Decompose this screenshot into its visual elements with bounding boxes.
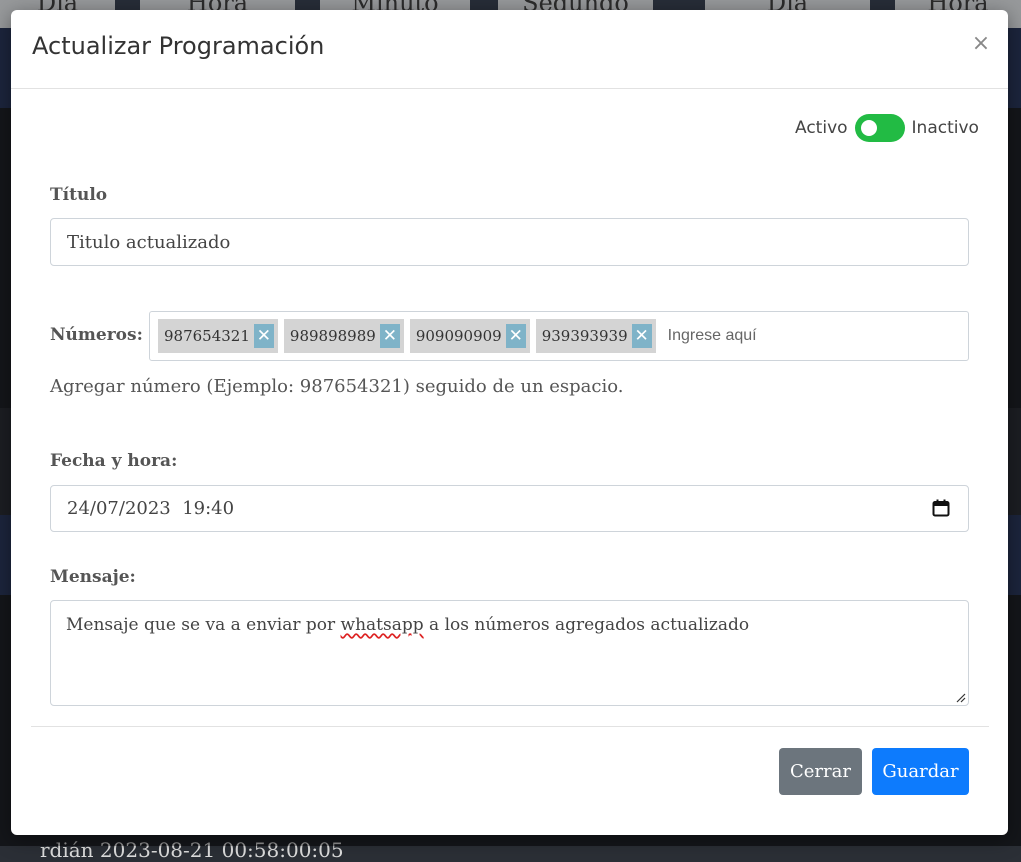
- datetime-label: Fecha y hora:: [50, 451, 178, 471]
- message-label: Mensaje:: [50, 567, 136, 587]
- datetime-input[interactable]: 24/07/2023 19:40: [50, 485, 969, 532]
- remove-tag-icon[interactable]: ✕: [379, 324, 400, 348]
- inactive-label: Inactivo: [911, 118, 979, 138]
- close-icon[interactable]: ×: [969, 32, 993, 56]
- remove-tag-icon[interactable]: ✕: [253, 324, 274, 348]
- number-tag-text: 909090909: [415, 327, 502, 345]
- save-button[interactable]: Guardar: [872, 748, 969, 795]
- toggle-knob: [860, 120, 877, 136]
- update-schedule-modal: Actualizar Programación × Activo Inactiv…: [11, 10, 1008, 835]
- active-label: Activo: [795, 118, 848, 138]
- number-tag: 987654321 ✕: [158, 319, 278, 353]
- remove-tag-icon[interactable]: ✕: [631, 324, 652, 348]
- number-tag-text: 987654321: [164, 327, 250, 345]
- number-tag: 939393939 ✕: [535, 319, 656, 353]
- title-input[interactable]: Titulo actualizado: [50, 218, 969, 266]
- message-text: Mensaje que se va a enviar por whatsapp …: [66, 615, 749, 635]
- number-tag: 909090909 ✕: [409, 319, 530, 353]
- calendar-icon[interactable]: [932, 499, 950, 517]
- remove-tag-icon[interactable]: ✕: [505, 324, 526, 348]
- number-tag: 989898989 ✕: [283, 319, 404, 353]
- numbers-hint: Agregar número (Ejemplo: 987654321) segu…: [50, 376, 624, 397]
- numbers-tag-input[interactable]: 987654321 ✕ 989898989 ✕ 909090909 ✕ 9393…: [149, 311, 969, 361]
- modal-title: Actualizar Programación: [32, 32, 325, 60]
- status-toggle[interactable]: [854, 114, 905, 142]
- title-label: Título: [50, 185, 108, 205]
- modal-header: Actualizar Programación ×: [11, 10, 1008, 89]
- footer-divider: [31, 726, 989, 727]
- number-tag-text: 939393939: [541, 327, 628, 345]
- number-input-placeholder[interactable]: Ingrese aquí: [668, 327, 757, 345]
- datetime-value: 24/07/2023 19:40: [67, 498, 235, 519]
- message-text-part: a los números agregados actualizado: [423, 615, 750, 635]
- message-text-part: Mensaje que se va a enviar por: [66, 615, 341, 635]
- misspelled-word: whatsapp: [340, 615, 424, 635]
- close-button[interactable]: Cerrar: [779, 748, 862, 795]
- numbers-label: Números:: [50, 325, 143, 345]
- message-textarea[interactable]: Mensaje que se va a enviar por whatsapp …: [50, 600, 969, 706]
- resize-grip-icon[interactable]: [956, 693, 966, 703]
- number-tag-text: 989898989: [289, 327, 376, 345]
- status-toggle-row: Activo Inactivo: [795, 113, 979, 143]
- title-input-value: Titulo actualizado: [67, 232, 231, 253]
